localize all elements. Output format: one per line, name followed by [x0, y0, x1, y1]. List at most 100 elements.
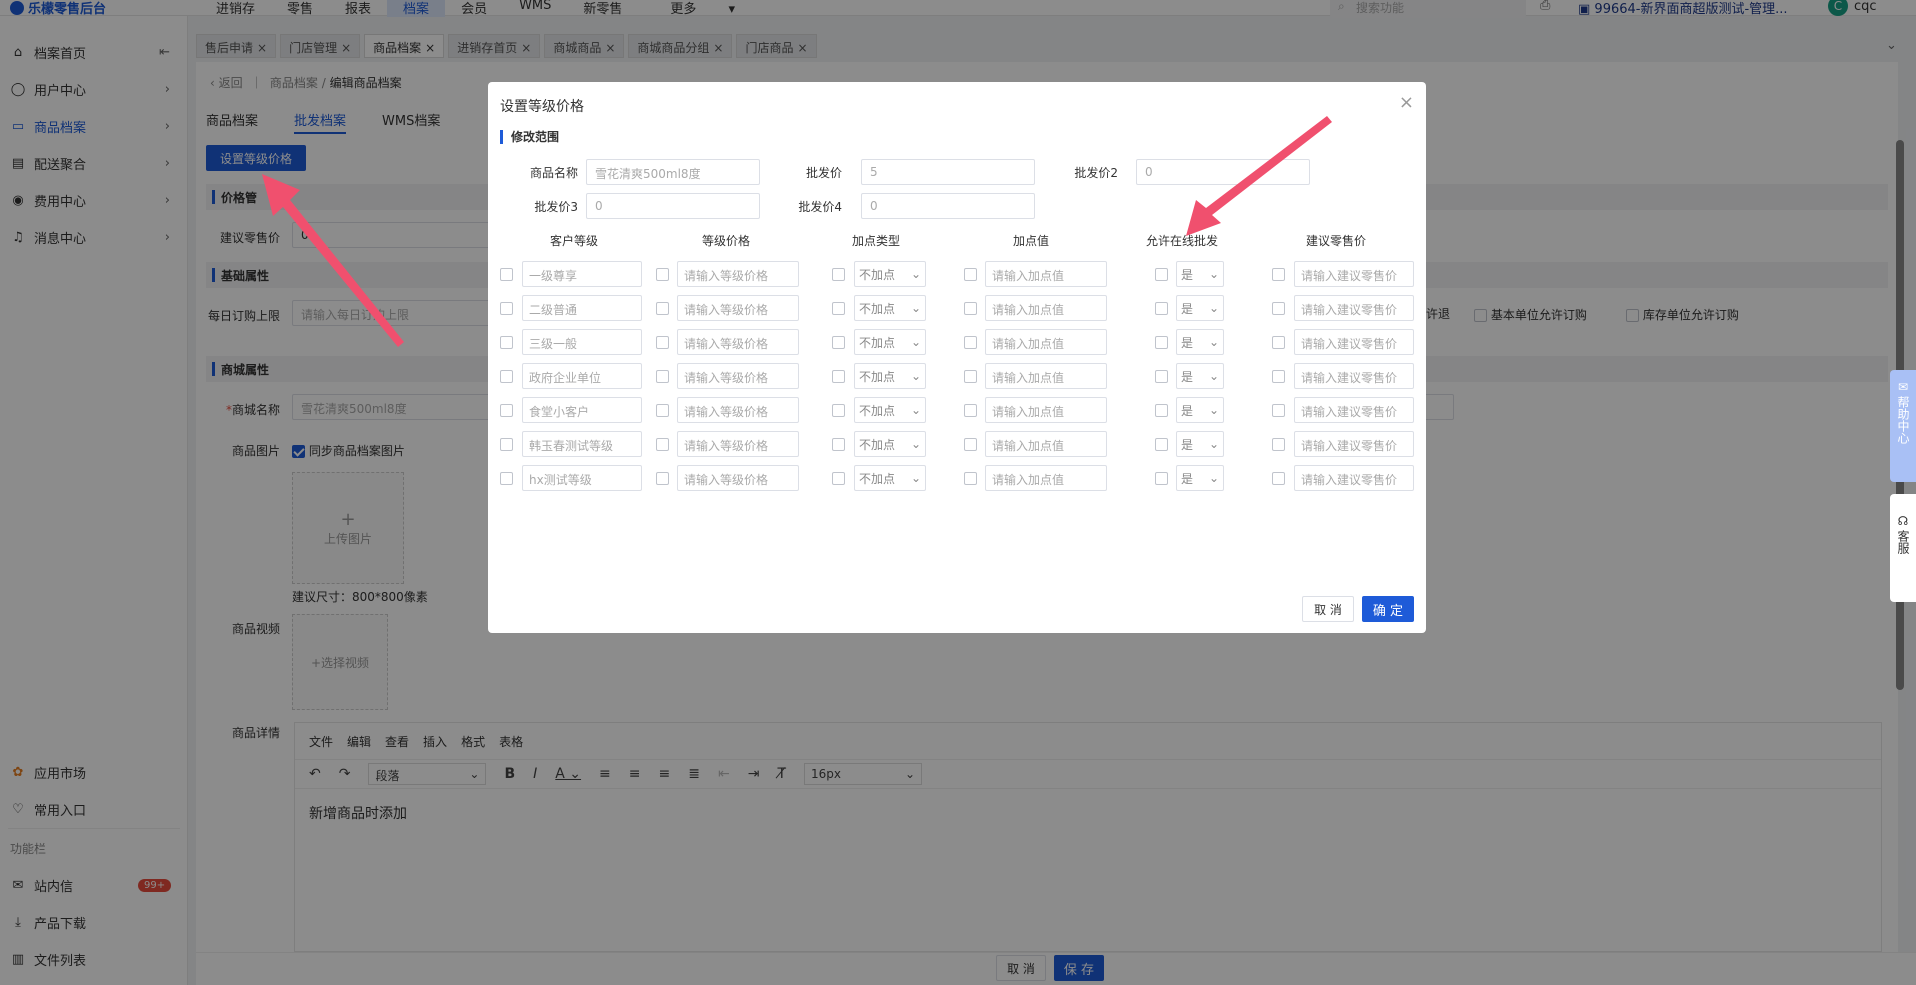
addval-input[interactable]: 请输入加点值: [985, 329, 1107, 355]
online-checkbox[interactable]: [1155, 268, 1168, 281]
addtype-checkbox[interactable]: [832, 302, 845, 315]
online-select[interactable]: 是 ⌄: [1176, 295, 1224, 321]
addval-checkbox[interactable]: [964, 302, 977, 315]
level-price-input[interactable]: 请输入等级价格: [677, 329, 799, 355]
name-input[interactable]: 雪花清爽500ml8度: [586, 159, 760, 185]
addval-checkbox[interactable]: [964, 472, 977, 485]
level-name-input[interactable]: 一级尊享: [522, 261, 642, 287]
addtype-select[interactable]: 不加点 ⌄: [854, 397, 926, 423]
row-checkbox[interactable]: [500, 370, 513, 383]
level-price-input[interactable]: 请输入等级价格: [677, 397, 799, 423]
retail-checkbox[interactable]: [1272, 404, 1285, 417]
level-name-input[interactable]: 韩玉春测试等级: [522, 431, 642, 457]
addtype-checkbox[interactable]: [832, 438, 845, 451]
addval-input[interactable]: 请输入加点值: [985, 295, 1107, 321]
addval-checkbox[interactable]: [964, 404, 977, 417]
level-price-input[interactable]: 请输入等级价格: [677, 363, 799, 389]
addval-input[interactable]: 请输入加点值: [985, 397, 1107, 423]
retail-checkbox[interactable]: [1272, 370, 1285, 383]
addtype-checkbox[interactable]: [832, 472, 845, 485]
set-level-price-dialog: 设置等级价格 × 修改范围 商品名称 雪花清爽500ml8度 批发价 5 批发价…: [488, 82, 1426, 633]
retail-checkbox[interactable]: [1272, 302, 1285, 315]
close-icon[interactable]: ×: [1399, 92, 1414, 113]
row-checkbox[interactable]: [500, 268, 513, 281]
price-checkbox[interactable]: [656, 370, 669, 383]
addval-checkbox[interactable]: [964, 336, 977, 349]
level-name-input[interactable]: 食堂小客户: [522, 397, 642, 423]
headset-icon: ☊: [1897, 514, 1909, 528]
online-select[interactable]: 是 ⌄: [1176, 431, 1224, 457]
dialog-ok-button[interactable]: 确 定: [1362, 596, 1414, 622]
price-checkbox[interactable]: [656, 268, 669, 281]
addval-input[interactable]: 请输入加点值: [985, 363, 1107, 389]
addval-input[interactable]: 请输入加点值: [985, 431, 1107, 457]
addtype-checkbox[interactable]: [832, 404, 845, 417]
price-checkbox[interactable]: [656, 336, 669, 349]
row-checkbox[interactable]: [500, 438, 513, 451]
online-checkbox[interactable]: [1155, 370, 1168, 383]
row-checkbox[interactable]: [500, 302, 513, 315]
customer-service-widget[interactable]: ☊ 客服: [1890, 494, 1916, 602]
retail-price-input[interactable]: 请输入建议零售价: [1294, 329, 1414, 355]
online-select[interactable]: 是 ⌄: [1176, 329, 1224, 355]
retail-checkbox[interactable]: [1272, 472, 1285, 485]
dialog-cancel-button[interactable]: 取 消: [1302, 596, 1354, 622]
retail-price-input[interactable]: 请输入建议零售价: [1294, 431, 1414, 457]
level-price-input[interactable]: 请输入等级价格: [677, 465, 799, 491]
level-price-input[interactable]: 请输入等级价格: [677, 261, 799, 287]
addval-checkbox[interactable]: [964, 438, 977, 451]
addtype-checkbox[interactable]: [832, 336, 845, 349]
level-name-input[interactable]: hx测试等级: [522, 465, 642, 491]
row-checkbox[interactable]: [500, 472, 513, 485]
addtype-select[interactable]: 不加点 ⌄: [854, 465, 926, 491]
chevron-down-icon: ⌄: [1208, 369, 1219, 383]
online-select[interactable]: 是 ⌄: [1176, 397, 1224, 423]
price-checkbox[interactable]: [656, 472, 669, 485]
help-center-widget[interactable]: ✉ 帮助中心: [1890, 370, 1916, 482]
addtype-checkbox[interactable]: [832, 370, 845, 383]
retail-price-input[interactable]: 请输入建议零售价: [1294, 363, 1414, 389]
retail-price-input[interactable]: 请输入建议零售价: [1294, 465, 1414, 491]
price-checkbox[interactable]: [656, 438, 669, 451]
retail-checkbox[interactable]: [1272, 336, 1285, 349]
wholesale-price3-input[interactable]: 0: [586, 193, 760, 219]
online-checkbox[interactable]: [1155, 438, 1168, 451]
level-name-input[interactable]: 三级一般: [522, 329, 642, 355]
online-checkbox[interactable]: [1155, 302, 1168, 315]
addval-checkbox[interactable]: [964, 268, 977, 281]
online-checkbox[interactable]: [1155, 336, 1168, 349]
online-select[interactable]: 是 ⌄: [1176, 261, 1224, 287]
chevron-down-icon: ⌄: [910, 301, 921, 315]
addtype-select[interactable]: 不加点 ⌄: [854, 431, 926, 457]
price-checkbox[interactable]: [656, 404, 669, 417]
online-checkbox[interactable]: [1155, 404, 1168, 417]
addval-checkbox[interactable]: [964, 370, 977, 383]
retail-checkbox[interactable]: [1272, 438, 1285, 451]
online-select[interactable]: 是 ⌄: [1176, 363, 1224, 389]
row-checkbox[interactable]: [500, 336, 513, 349]
addtype-select[interactable]: 不加点 ⌄: [854, 295, 926, 321]
retail-price-input[interactable]: 请输入建议零售价: [1294, 295, 1414, 321]
wholesale-price2-input[interactable]: 0: [1136, 159, 1310, 185]
addtype-checkbox[interactable]: [832, 268, 845, 281]
level-name-input[interactable]: 政府企业单位: [522, 363, 642, 389]
chevron-down-icon: ⌄: [910, 335, 921, 349]
row-checkbox[interactable]: [500, 404, 513, 417]
online-select[interactable]: 是 ⌄: [1176, 465, 1224, 491]
online-checkbox[interactable]: [1155, 472, 1168, 485]
retail-price-input[interactable]: 请输入建议零售价: [1294, 261, 1414, 287]
addtype-select[interactable]: 不加点 ⌄: [854, 363, 926, 389]
level-price-input[interactable]: 请输入等级价格: [677, 295, 799, 321]
price-checkbox[interactable]: [656, 302, 669, 315]
wholesale-price4-input[interactable]: 0: [861, 193, 1035, 219]
chevron-down-icon: ⌄: [910, 403, 921, 417]
addval-input[interactable]: 请输入加点值: [985, 261, 1107, 287]
retail-checkbox[interactable]: [1272, 268, 1285, 281]
level-price-input[interactable]: 请输入等级价格: [677, 431, 799, 457]
wholesale-price-input[interactable]: 5: [861, 159, 1035, 185]
addtype-select[interactable]: 不加点 ⌄: [854, 261, 926, 287]
addval-input[interactable]: 请输入加点值: [985, 465, 1107, 491]
level-name-input[interactable]: 二级普通: [522, 295, 642, 321]
addtype-select[interactable]: 不加点 ⌄: [854, 329, 926, 355]
retail-price-input[interactable]: 请输入建议零售价: [1294, 397, 1414, 423]
